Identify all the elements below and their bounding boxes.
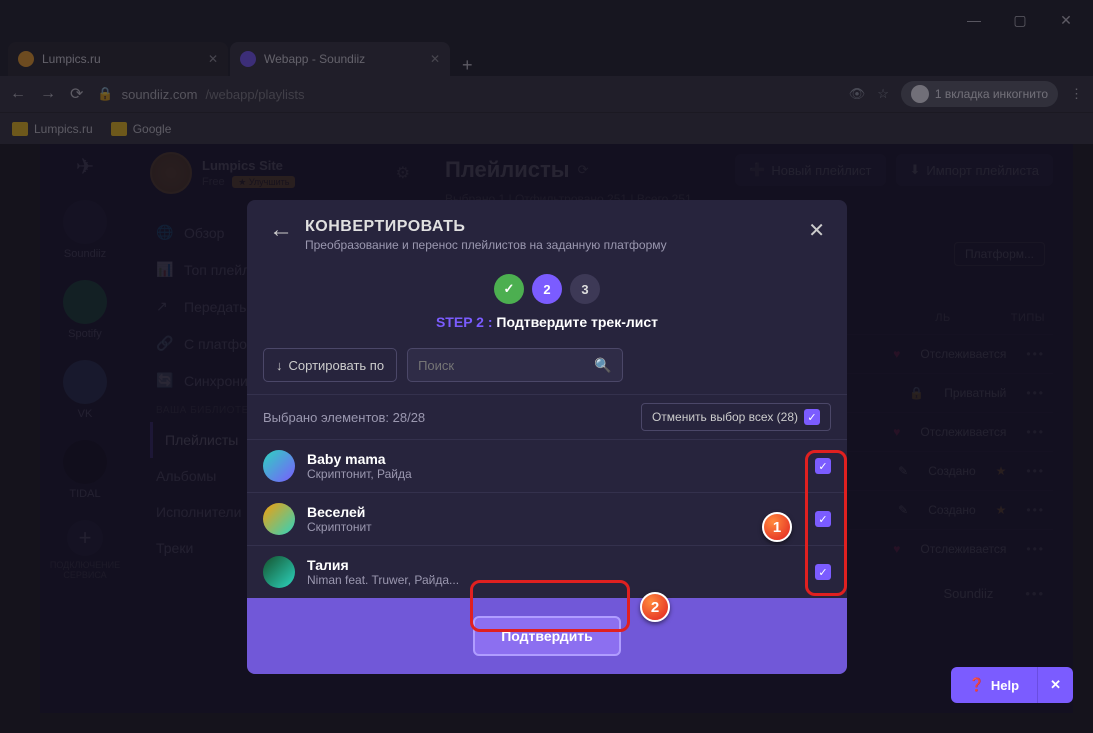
search-icon: 🔍 bbox=[594, 357, 611, 374]
confirm-button[interactable]: Подтвердить bbox=[473, 616, 621, 656]
track-cover bbox=[263, 503, 295, 535]
track-checkbox[interactable]: ✓ bbox=[815, 511, 831, 527]
checkbox-checked-icon: ✓ bbox=[804, 409, 820, 425]
help-button[interactable]: ❓Help bbox=[951, 667, 1037, 703]
step-3[interactable]: 3 bbox=[570, 274, 600, 304]
search-input[interactable]: 🔍 bbox=[407, 348, 622, 382]
track-cover bbox=[263, 450, 295, 482]
help-icon: ❓ bbox=[969, 677, 985, 693]
track-artist: Niman feat. Truwer, Райда... bbox=[307, 573, 803, 587]
help-widget: ❓Help ✕ bbox=[951, 667, 1073, 703]
track-row[interactable]: ТалияNiman feat. Truwer, Райда... ✓ bbox=[247, 545, 847, 598]
sort-button[interactable]: ↓Сортировать по bbox=[263, 348, 397, 382]
search-field[interactable] bbox=[418, 358, 594, 373]
track-cover bbox=[263, 556, 295, 588]
track-title: Веселей bbox=[307, 504, 803, 520]
close-icon[interactable]: ✕ bbox=[808, 218, 825, 243]
step-label: STEP 2 : Подтвердите трек-лист bbox=[247, 314, 847, 330]
modal-subtitle: Преобразование и перенос плейлистов на з… bbox=[305, 238, 667, 252]
help-close-button[interactable]: ✕ bbox=[1037, 667, 1073, 703]
track-title: Baby mama bbox=[307, 451, 803, 467]
track-title: Талия bbox=[307, 557, 803, 573]
back-arrow-icon[interactable]: ← bbox=[269, 218, 293, 242]
track-checkbox[interactable]: ✓ bbox=[815, 458, 831, 474]
step-2[interactable]: 2 bbox=[532, 274, 562, 304]
sort-icon: ↓ bbox=[276, 358, 283, 373]
track-checkbox[interactable]: ✓ bbox=[815, 564, 831, 580]
deselect-all-button[interactable]: Отменить выбор всех (28) ✓ bbox=[641, 403, 831, 431]
track-artist: Скриптонит, Райда bbox=[307, 467, 803, 481]
track-artist: Скриптонит bbox=[307, 520, 803, 534]
convert-modal: ← КОНВЕРТИРОВАТЬ Преобразование и перено… bbox=[247, 200, 847, 674]
step-1-done: ✓ bbox=[494, 274, 524, 304]
track-row[interactable]: Baby mamaСкриптонит, Райда ✓ bbox=[247, 439, 847, 492]
track-row[interactable]: ВеселейСкриптонит ✓ bbox=[247, 492, 847, 545]
selected-count: Выбрано элементов: 28/28 bbox=[263, 410, 425, 425]
step-indicator: ✓ 2 3 bbox=[247, 274, 847, 304]
modal-title: КОНВЕРТИРОВАТЬ bbox=[305, 218, 667, 236]
